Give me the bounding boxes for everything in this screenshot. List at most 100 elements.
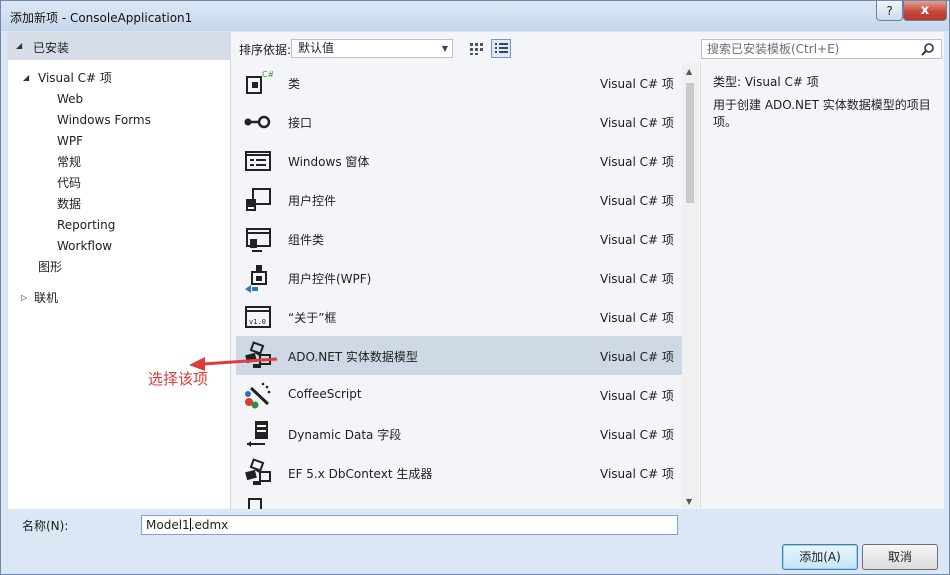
list-item[interactable]: EF 5.x DbContext 生成器 Visual C# 项	[236, 453, 682, 492]
expand-triangle-icon[interactable]: ▷	[21, 288, 27, 308]
list-item[interactable]: Windows 窗体 Visual C# 项	[236, 141, 682, 180]
wpf-user-control-icon	[245, 265, 267, 293]
sort-dropdown-value: 默认值	[298, 41, 335, 55]
list-view-button[interactable]	[491, 39, 511, 58]
close-button[interactable]: x	[903, 1, 947, 21]
name-input[interactable]: Model1.edmx	[141, 515, 678, 535]
user-control-icon	[246, 188, 271, 211]
tree-item-code[interactable]: 代码	[8, 173, 230, 193]
item-type: Visual C# 项	[600, 77, 674, 91]
annotation-label: 选择该项	[148, 370, 209, 388]
tree-item-label: 联机	[34, 291, 59, 305]
item-type: Visual C# 项	[600, 467, 674, 481]
list-scrollbar[interactable]: ▲ ▼	[682, 63, 699, 509]
tree-item-reporting[interactable]: Reporting	[8, 215, 230, 235]
item-name: CoffeeScript	[288, 387, 362, 401]
tree-item-graphics[interactable]: 图形	[8, 257, 230, 277]
tree-item-general[interactable]: 常规	[8, 152, 230, 172]
tree-item-label: 数据	[57, 197, 82, 211]
grid-view-icon	[470, 43, 483, 55]
item-type: Visual C# 项	[600, 194, 674, 208]
tree-item-label: Reporting	[57, 218, 116, 232]
search-placeholder: 搜索已安装模板(Ctrl+E)	[707, 42, 840, 56]
cancel-button[interactable]: 取消	[862, 544, 938, 570]
tree-item-label: 代码	[57, 176, 82, 190]
tree-item-label: Visual C# 项	[38, 71, 112, 85]
component-class-icon	[246, 228, 271, 252]
item-name: 类	[288, 77, 301, 91]
class-icon: C#	[246, 70, 273, 94]
item-type: Visual C# 项	[600, 272, 674, 286]
list-item[interactable]: CoffeeScript Visual C# 项	[236, 375, 682, 414]
help-button[interactable]: ?	[876, 1, 903, 21]
detail-type: 类型: Visual C# 项	[713, 75, 819, 89]
toolbar: 排序依据: 默认值 ▼ 搜索已安装模板(Ctrl+E)	[232, 32, 944, 62]
about-box-icon: v1.0	[245, 306, 271, 328]
list-item[interactable]: 接口 Visual C# 项	[236, 102, 682, 141]
tree-item-windows-forms[interactable]: Windows Forms	[8, 110, 230, 130]
name-input-value-ext: .edmx	[190, 518, 229, 532]
tree-item-label: 图形	[38, 260, 63, 274]
list-item-partial[interactable]	[236, 492, 682, 509]
scroll-down-icon[interactable]: ▼	[686, 497, 692, 506]
tree-item-label: Web	[57, 92, 84, 106]
interface-icon	[244, 115, 271, 129]
scrollbar-thumb[interactable]	[686, 83, 694, 203]
tree-item-label: 常规	[57, 155, 82, 169]
tree-header-label: 已安装	[33, 41, 70, 55]
name-input-value: Model1	[146, 518, 190, 532]
tree-item-label: Windows Forms	[57, 113, 151, 127]
scroll-up-icon[interactable]: ▲	[686, 67, 692, 76]
document-icon	[248, 498, 262, 509]
item-type: Visual C# 项	[600, 116, 674, 130]
item-name: 组件类	[288, 233, 325, 247]
detail-description: 用于创建 ADO.NET 实体数据模型的项目项。	[713, 98, 931, 129]
list-item[interactable]: v1.0 “关于”框 Visual C# 项	[236, 297, 682, 336]
chevron-down-icon: ▼	[441, 44, 448, 53]
item-name: Windows 窗体	[288, 155, 370, 169]
item-name: 用户控件(WPF)	[288, 272, 372, 286]
title-bar[interactable]: 添加新项 - ConsoleApplication1 ? x	[1, 1, 949, 31]
detail-panel: 类型: Visual C# 项 用于创建 ADO.NET 实体数据模型的项目项。	[700, 63, 944, 509]
small-icons-view-button[interactable]	[466, 39, 486, 58]
tree-header-installed[interactable]: ◢ 已安装	[8, 32, 231, 60]
tree-item-workflow[interactable]: Workflow	[8, 236, 230, 256]
close-icon: x	[920, 3, 930, 18]
svg-text:v1.0: v1.0	[249, 318, 266, 326]
tree-item-label: Workflow	[57, 239, 113, 253]
tree-item-label: WPF	[57, 134, 84, 148]
item-type: Visual C# 项	[600, 428, 674, 442]
tree-item-visual-csharp[interactable]: ◢ Visual C# 项	[8, 68, 230, 88]
search-input[interactable]: 搜索已安装模板(Ctrl+E)	[701, 39, 942, 59]
svg-text:C#: C#	[262, 70, 273, 79]
item-type: Visual C# 项	[600, 155, 674, 169]
list-item[interactable]: 用户控件(WPF) Visual C# 项	[236, 258, 682, 297]
list-item[interactable]: Dynamic Data 字段 Visual C# 项	[236, 414, 682, 453]
category-tree: ◢ 已安装 ◢ Visual C# 项 Web Windows Forms WP…	[8, 32, 231, 509]
sort-dropdown[interactable]: 默认值 ▼	[291, 39, 453, 58]
item-type: Visual C# 项	[600, 350, 674, 364]
item-type: Visual C# 项	[600, 389, 674, 403]
tree-item-online[interactable]: ▷ 联机	[8, 288, 230, 308]
add-new-item-dialog: 添加新项 - ConsoleApplication1 ? x ◢ 已安装 ◢ V…	[0, 0, 950, 575]
list-item[interactable]: ADO.NET 实体数据模型 Visual C# 项	[236, 336, 682, 375]
tree-item-data[interactable]: 数据	[8, 194, 230, 214]
dialog-content: ◢ 已安装 ◢ Visual C# 项 Web Windows Forms WP…	[8, 32, 944, 509]
coffeescript-icon	[245, 382, 271, 409]
list-item[interactable]: C# 类 Visual C# 项	[236, 63, 682, 102]
tree-item-wpf[interactable]: WPF	[8, 131, 230, 151]
collapse-triangle-icon[interactable]: ◢	[16, 41, 22, 50]
item-name: 接口	[288, 116, 313, 130]
search-icon[interactable]	[921, 42, 935, 56]
name-label: 名称(N):	[22, 519, 69, 533]
windows-form-icon	[245, 151, 271, 171]
tree-item-web[interactable]: Web	[8, 89, 230, 109]
collapse-triangle-icon[interactable]: ◢	[23, 68, 29, 88]
list-item[interactable]: 组件类 Visual C# 项	[236, 219, 682, 258]
dbcontext-generator-icon	[245, 458, 271, 485]
help-icon: ?	[886, 3, 893, 18]
sort-label: 排序依据:	[239, 43, 292, 57]
add-button[interactable]: 添加(A)	[782, 544, 858, 570]
list-item[interactable]: 用户控件 Visual C# 项	[236, 180, 682, 219]
template-list: C# 类 Visual C# 项 接口 Visual C# 项	[236, 63, 682, 509]
